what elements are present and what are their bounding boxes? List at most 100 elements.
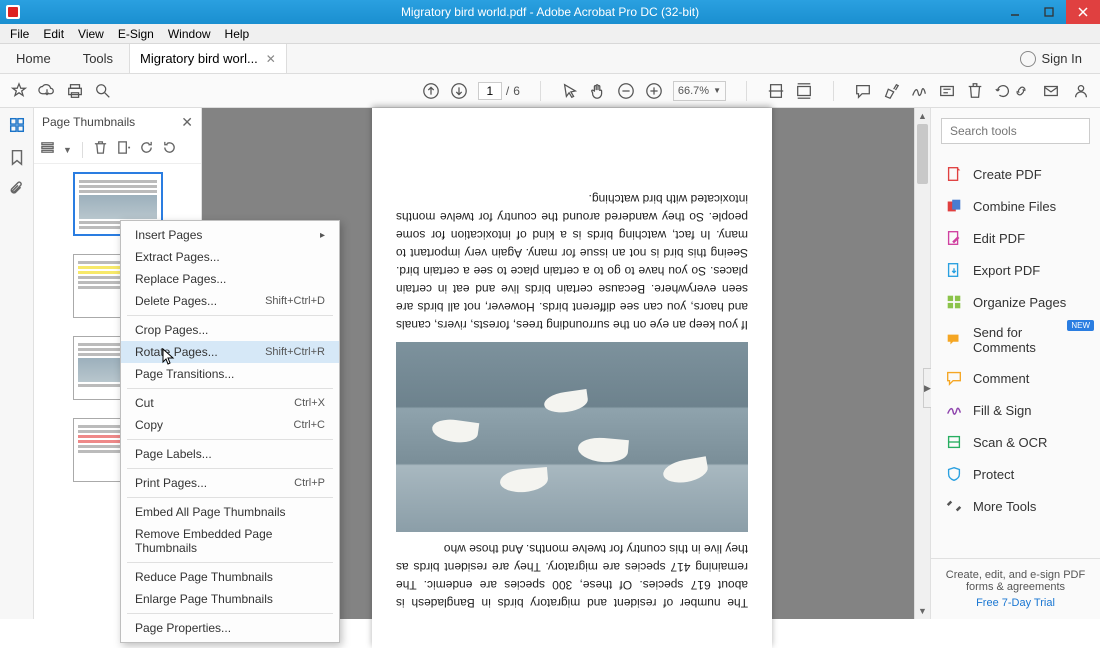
doc-para-1: The number of resident and migratory bir… bbox=[396, 540, 748, 612]
menu-help[interactable]: Help bbox=[219, 25, 256, 43]
search-tools-input[interactable] bbox=[941, 118, 1090, 144]
star-icon[interactable] bbox=[10, 82, 28, 100]
share-link-icon[interactable] bbox=[1012, 82, 1030, 100]
save-cloud-icon[interactable] bbox=[38, 82, 56, 100]
thumbnails-rail-icon[interactable] bbox=[8, 116, 26, 134]
zoom-dropdown[interactable]: 66.7%▼ bbox=[673, 81, 726, 101]
user-icon bbox=[1020, 51, 1036, 67]
thumb-delete-icon[interactable] bbox=[93, 140, 108, 160]
window-title: Migratory bird world.pdf - Adobe Acrobat… bbox=[401, 5, 699, 19]
ctx-page-properties[interactable]: Page Properties... bbox=[121, 617, 339, 639]
tab-document[interactable]: Migratory bird worl... ✕ bbox=[129, 44, 287, 73]
delete-icon[interactable] bbox=[966, 82, 984, 100]
tab-tools[interactable]: Tools bbox=[67, 44, 129, 73]
menu-edit[interactable]: Edit bbox=[37, 25, 70, 43]
ctx-print-pages[interactable]: Print Pages...Ctrl+P bbox=[121, 472, 339, 494]
attachment-rail-icon[interactable] bbox=[8, 180, 26, 198]
rotate-icon[interactable] bbox=[994, 82, 1012, 100]
tool-more-tools[interactable]: More Tools bbox=[931, 490, 1100, 522]
app-icon bbox=[6, 5, 20, 19]
free-trial-link[interactable]: Free 7-Day Trial bbox=[941, 597, 1090, 609]
thumbnails-toolbar: ▼ bbox=[34, 136, 201, 164]
menu-view[interactable]: View bbox=[72, 25, 110, 43]
tool-combine-files[interactable]: Combine Files bbox=[931, 190, 1100, 222]
ctx-reduce-thumbnails[interactable]: Reduce Page Thumbnails bbox=[121, 566, 339, 588]
thumb-options-icon[interactable] bbox=[40, 140, 55, 160]
menu-bar: File Edit View E-Sign Window Help bbox=[0, 24, 1100, 44]
ctx-rotate-pages[interactable]: Rotate Pages...Shift+Ctrl+R bbox=[121, 341, 339, 363]
doc-para-2: If you keep an eye on the surrounding tr… bbox=[396, 190, 748, 334]
comment-icon[interactable] bbox=[854, 82, 872, 100]
highlight-icon[interactable] bbox=[882, 82, 900, 100]
search-icon[interactable] bbox=[94, 82, 112, 100]
thumb-rotate-cw-icon[interactable] bbox=[162, 140, 177, 160]
maximize-button[interactable] bbox=[1032, 0, 1066, 24]
main-toolbar: / 6 66.7%▼ bbox=[0, 74, 1100, 108]
tab-row: Home Tools Migratory bird worl... ✕ Sign… bbox=[0, 44, 1100, 74]
tool-organize-pages[interactable]: Organize Pages bbox=[931, 286, 1100, 318]
tool-create-pdf[interactable]: Create PDF bbox=[931, 158, 1100, 190]
bookmark-rail-icon[interactable] bbox=[8, 148, 26, 166]
email-icon[interactable] bbox=[1042, 82, 1060, 100]
ctx-replace-pages[interactable]: Replace Pages... bbox=[121, 268, 339, 290]
thumbnails-title: Page Thumbnails bbox=[42, 115, 135, 129]
new-badge: NEW bbox=[1067, 320, 1094, 331]
zoom-out-icon[interactable] bbox=[617, 82, 635, 100]
ctx-enlarge-thumbnails[interactable]: Enlarge Page Thumbnails bbox=[121, 588, 339, 610]
minimize-button[interactable] bbox=[998, 0, 1032, 24]
tool-export-pdf[interactable]: Export PDF bbox=[931, 254, 1100, 286]
prev-page-icon[interactable] bbox=[422, 82, 440, 100]
tool-scan-ocr[interactable]: Scan & OCR bbox=[931, 426, 1100, 458]
fit-width-icon[interactable] bbox=[767, 82, 785, 100]
vertical-scrollbar[interactable]: ▲ ▼ bbox=[914, 108, 930, 619]
ctx-cut[interactable]: CutCtrl+X bbox=[121, 392, 339, 414]
account-icon[interactable] bbox=[1072, 82, 1090, 100]
thumbnails-close-icon[interactable]: ✕ bbox=[181, 114, 193, 131]
ctx-embed-thumbnails[interactable]: Embed All Page Thumbnails bbox=[121, 501, 339, 523]
menu-file[interactable]: File bbox=[4, 25, 35, 43]
sign-icon[interactable] bbox=[910, 82, 928, 100]
ctx-crop-pages[interactable]: Crop Pages... bbox=[121, 319, 339, 341]
tab-close-icon[interactable]: ✕ bbox=[266, 52, 276, 66]
page-sep: / bbox=[506, 84, 509, 98]
ctx-page-transitions[interactable]: Page Transitions... bbox=[121, 363, 339, 385]
ctx-delete-pages[interactable]: Delete Pages...Shift+Ctrl+D bbox=[121, 290, 339, 312]
scroll-thumb[interactable] bbox=[917, 124, 928, 184]
thumb-rotate-ccw-icon[interactable] bbox=[139, 140, 154, 160]
sign-in-button[interactable]: Sign In bbox=[1002, 44, 1100, 73]
sign-in-label: Sign In bbox=[1042, 51, 1082, 66]
print-icon[interactable] bbox=[66, 82, 84, 100]
next-page-icon[interactable] bbox=[450, 82, 468, 100]
ctx-extract-pages[interactable]: Extract Pages... bbox=[121, 246, 339, 268]
ctx-insert-pages[interactable]: Insert Pages▸ bbox=[121, 224, 339, 246]
title-bar: Migratory bird world.pdf - Adobe Acrobat… bbox=[0, 0, 1100, 24]
context-menu: Insert Pages▸ Extract Pages... Replace P… bbox=[120, 220, 340, 643]
stamp-icon[interactable] bbox=[938, 82, 956, 100]
collapse-right-panel-icon[interactable]: ▶ bbox=[923, 368, 931, 408]
fit-page-icon[interactable] bbox=[795, 82, 813, 100]
select-tool-icon[interactable] bbox=[561, 82, 579, 100]
menu-esign[interactable]: E-Sign bbox=[112, 25, 160, 43]
scroll-up-icon[interactable]: ▲ bbox=[915, 108, 930, 124]
pdf-page: The number of resident and migratory bir… bbox=[372, 108, 772, 648]
tool-comment[interactable]: Comment bbox=[931, 362, 1100, 394]
page-number-box[interactable]: / 6 bbox=[478, 82, 520, 100]
menu-window[interactable]: Window bbox=[162, 25, 217, 43]
tool-protect[interactable]: Protect bbox=[931, 458, 1100, 490]
tab-home[interactable]: Home bbox=[0, 44, 67, 73]
left-rail bbox=[0, 108, 34, 619]
doc-image bbox=[396, 342, 748, 532]
tool-edit-pdf[interactable]: Edit PDF bbox=[931, 222, 1100, 254]
tool-send-for-comments[interactable]: Send for CommentsNEW bbox=[931, 318, 1100, 362]
hand-tool-icon[interactable] bbox=[589, 82, 607, 100]
zoom-in-icon[interactable] bbox=[645, 82, 663, 100]
right-tools-panel: ▶ Create PDF Combine Files Edit PDF Expo… bbox=[930, 108, 1100, 619]
ctx-remove-thumbnails[interactable]: Remove Embedded Page Thumbnails bbox=[121, 523, 339, 559]
close-button[interactable] bbox=[1066, 0, 1100, 24]
scroll-down-icon[interactable]: ▼ bbox=[915, 603, 930, 619]
ctx-copy[interactable]: CopyCtrl+C bbox=[121, 414, 339, 436]
ctx-page-labels[interactable]: Page Labels... bbox=[121, 443, 339, 465]
tool-fill-sign[interactable]: Fill & Sign bbox=[931, 394, 1100, 426]
page-current-input[interactable] bbox=[478, 82, 502, 100]
thumb-newpage-icon[interactable] bbox=[116, 140, 131, 160]
